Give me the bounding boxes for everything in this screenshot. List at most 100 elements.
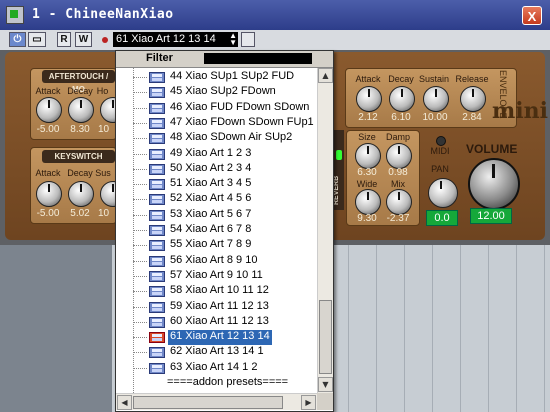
horizontal-scrollbar[interactable]: ◀ ▶ <box>116 393 317 410</box>
tree-branch <box>133 337 147 339</box>
keyswitch-decay-knob[interactable] <box>68 181 94 207</box>
scroll-left-button[interactable]: ◀ <box>117 395 132 410</box>
grid-line <box>348 245 349 412</box>
preset-list-item[interactable]: 44 Xiao SUp1 SUp2 FUD <box>116 70 317 85</box>
tree-branch <box>133 122 147 124</box>
preset-list-item[interactable]: 57 Xiao Art 9 10 11 <box>116 269 317 284</box>
addon-presets-label: ====addon presets==== <box>167 376 289 388</box>
preset-list-item-label: 62 Xiao Art 13 14 1 <box>170 345 264 358</box>
tree-branch <box>133 367 147 369</box>
preset-file-icon <box>149 332 165 344</box>
tree-branch <box>133 138 147 140</box>
pan-label: PAN <box>431 164 449 174</box>
save-preset-icon[interactable] <box>241 32 255 47</box>
envelope-sustain-value: 10.00 <box>422 112 448 123</box>
preset-file-icon <box>149 117 165 129</box>
write-automation-button[interactable]: W <box>75 32 92 47</box>
host-track-list <box>0 245 112 412</box>
volume-label: VOLUME <box>466 142 518 156</box>
aftertouch-attack-knob[interactable] <box>36 97 62 123</box>
scroll-down-button[interactable]: ▼ <box>318 377 333 392</box>
preset-list-item-label: 63 Xiao Art 14 1 2 <box>170 360 258 373</box>
preset-list-item[interactable]: 49 Xiao Art 1 2 3 <box>116 147 317 162</box>
preset-file-icon <box>149 301 165 313</box>
grid-line <box>404 245 405 412</box>
scroll-up-button[interactable]: ▲ <box>318 68 333 83</box>
preset-file-icon <box>149 286 165 298</box>
reverb-damp-knob[interactable] <box>386 143 412 169</box>
preset-file-icon <box>149 179 165 191</box>
preset-file-icon <box>149 240 165 252</box>
preset-list-item[interactable]: 61 Xiao Art 12 13 14 <box>116 330 317 346</box>
grid-line <box>544 245 545 412</box>
preset-list-item-label: 48 Xiao SDown Air SUp2 <box>170 131 293 144</box>
preset-list-item-label: 50 Xiao Art 2 3 4 <box>170 161 252 174</box>
tree-branch <box>133 107 147 109</box>
preset-arrows-icon[interactable]: ▲ ▼ <box>229 32 237 47</box>
reverb-on-led[interactable] <box>336 150 342 160</box>
power-button[interactable]: ⏻ <box>9 32 26 47</box>
midi-indicator-led <box>436 136 446 146</box>
tree-branch <box>133 77 147 78</box>
aftertouch-decay-knob[interactable] <box>68 97 94 123</box>
envelope-release-value: 2.84 <box>462 112 482 123</box>
scroll-right-button[interactable]: ▶ <box>301 395 316 410</box>
preset-file-icon <box>149 225 165 236</box>
preset-file-icon <box>149 133 165 145</box>
keyswitch-attack-knob[interactable] <box>36 181 62 207</box>
preset-list-item-label: 60 Xiao Art 11 12 13 <box>170 314 269 327</box>
reverb-mix-knob[interactable] <box>386 189 412 215</box>
reverb-wide-knob[interactable] <box>355 189 381 215</box>
envelope-release-knob[interactable] <box>460 86 486 112</box>
addon-presets-folder[interactable]: ====addon presets==== <box>116 376 317 391</box>
bypass-button[interactable]: ▭ <box>28 32 46 47</box>
preset-list-item[interactable]: 51 Xiao Art 3 4 5 <box>116 177 317 192</box>
preset-list-item-label: 44 Xiao SUp1 SUp2 FUD <box>170 70 295 82</box>
volume-knob[interactable] <box>468 158 520 210</box>
grid-line <box>516 245 517 412</box>
tree-branch <box>133 168 147 170</box>
envelope-attack-knob[interactable] <box>356 86 382 112</box>
preset-list-item[interactable]: 52 Xiao Art 4 5 6 <box>116 192 317 207</box>
read-automation-button[interactable]: R <box>57 32 71 47</box>
filter-label: Filter <box>146 52 173 64</box>
preset-list-item[interactable]: 53 Xiao Art 5 6 7 <box>116 208 317 223</box>
preset-list-item[interactable]: 48 Xiao SDown Air SUp2 <box>116 131 317 146</box>
preset-list-item-label: 58 Xiao Art 10 11 12 <box>170 284 269 297</box>
preset-list-item[interactable]: 62 Xiao Art 13 14 1 <box>116 345 317 360</box>
midi-label: MIDI <box>430 146 450 156</box>
reverb-mix-label: Mix <box>391 179 405 189</box>
preset-list-item-label: 45 Xiao SUp2 FDown <box>170 85 276 98</box>
close-button[interactable]: X <box>522 6 542 25</box>
preset-file-icon <box>149 255 165 267</box>
preset-list-item[interactable]: 55 Xiao Art 7 8 9 <box>116 238 317 253</box>
aftertouch-hold-label: Ho <box>96 86 109 96</box>
preset-list-item[interactable]: 56 Xiao Art 8 9 10 <box>116 254 317 269</box>
tree-branch <box>133 214 147 216</box>
preset-list-item[interactable]: 63 Xiao Art 14 1 2 <box>116 361 317 376</box>
vertical-scrollbar[interactable]: ▲ ▼ <box>317 68 333 393</box>
preset-list-item[interactable]: 59 Xiao Art 11 12 13 <box>116 300 317 315</box>
preset-list-item[interactable]: 45 Xiao SUp2 FDown <box>116 85 317 100</box>
envelope-decay-knob[interactable] <box>389 86 415 112</box>
vertical-scroll-thumb[interactable] <box>319 300 332 374</box>
preset-browser-popup: Filter 44 Xiao SUp1 SUp2 FUD 45 Xiao SUp2… <box>115 50 334 412</box>
horizontal-scroll-thumb[interactable] <box>133 396 283 409</box>
preset-list-item[interactable]: 46 Xiao FUD FDown SDown <box>116 101 317 116</box>
preset-list-item[interactable]: 47 Xiao FDown SDown FUp1 <box>116 116 317 131</box>
keyswitch-sustain-label: Sus <box>95 168 111 178</box>
preset-list-item[interactable]: 60 Xiao Art 11 12 13 <box>116 315 317 330</box>
preset-file-icon <box>149 102 165 114</box>
reverb-size-knob[interactable] <box>355 143 381 169</box>
filter-input[interactable] <box>204 53 312 64</box>
preset-list-item[interactable]: 54 Xiao Art 6 7 8 <box>116 223 317 238</box>
envelope-sustain-knob[interactable] <box>423 86 449 112</box>
grid-line <box>460 245 461 412</box>
preset-list-item[interactable]: 50 Xiao Art 2 3 4 <box>116 162 317 177</box>
pan-knob[interactable] <box>428 178 458 208</box>
pan-value: 0.0 <box>426 210 458 226</box>
preset-file-icon <box>149 148 165 160</box>
preset-list-item[interactable]: 58 Xiao Art 10 11 12 <box>116 284 317 299</box>
preset-selector[interactable]: 61 Xiao Art 12 13 14 ▲ ▼ <box>113 32 238 47</box>
preset-file-icon <box>149 194 165 206</box>
